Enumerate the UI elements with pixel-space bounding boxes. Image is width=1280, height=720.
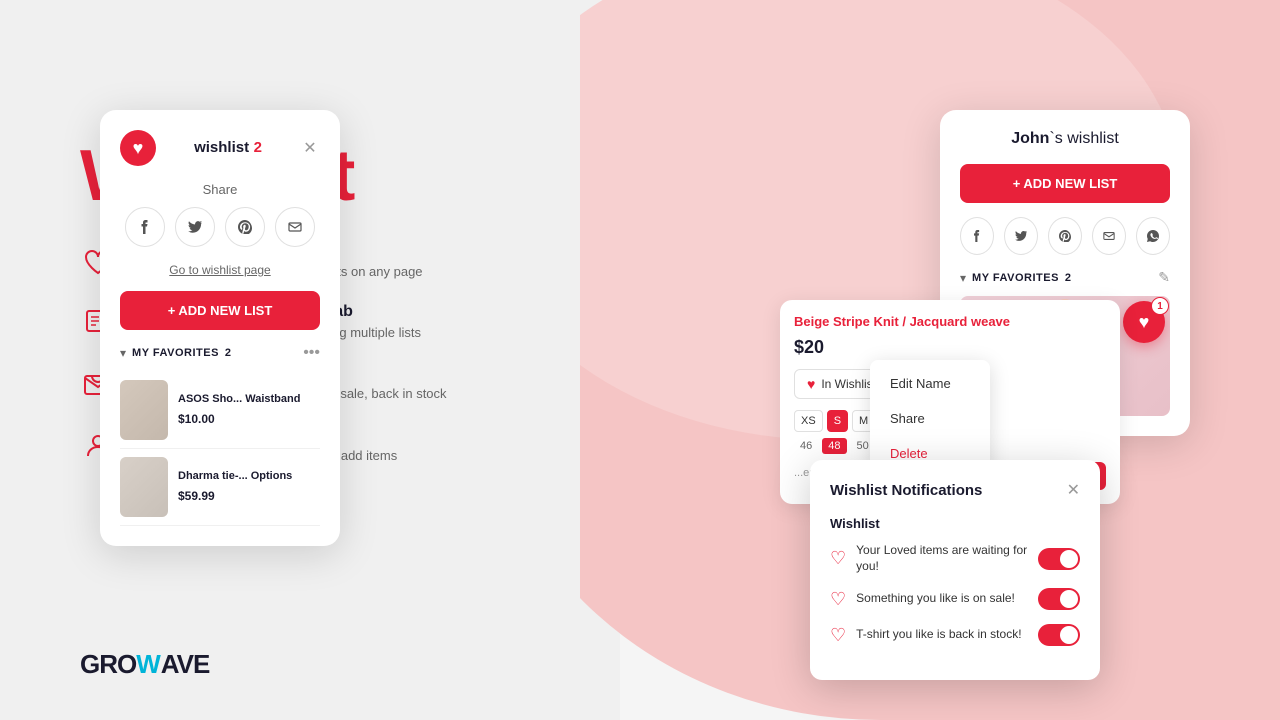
toggle-back-in-stock[interactable]	[1038, 624, 1080, 646]
logo-part-gro: GRO	[80, 649, 136, 680]
johns-suffix: `s wishlist	[1049, 130, 1118, 147]
three-dots-menu[interactable]: •••	[303, 344, 320, 362]
share-twitter-button[interactable]	[175, 207, 215, 247]
johns-facebook-button[interactable]	[960, 217, 994, 255]
johns-name: John	[1011, 130, 1049, 147]
wishlist-page-link[interactable]: Go to wishlist page	[120, 263, 320, 277]
product-price-1: $10.00	[178, 412, 215, 426]
wishlist-popup-title: wishlist 2	[194, 139, 262, 157]
johns-email-button[interactable]	[1092, 217, 1126, 255]
notif-heart-icon-1: ♡	[830, 548, 846, 569]
johns-favorites-title: MY FAVORITES	[972, 272, 1059, 284]
popup-close-button[interactable]: ✕	[300, 138, 320, 158]
share-email-button[interactable]	[275, 207, 315, 247]
product-info-1: ASOS Sho... Waistband $10.00	[178, 392, 300, 428]
notifications-title: Wishlist Notifications	[830, 482, 982, 499]
product-detail-price: $20	[794, 337, 1106, 358]
share-pinterest-button[interactable]	[225, 207, 265, 247]
share-label: Share	[120, 182, 320, 197]
notif-heart-icon-3: ♡	[830, 625, 846, 646]
product-detail-name: Beige Stripe Knit / Jacquard weave	[794, 314, 1106, 331]
favorites-count: 2	[225, 347, 231, 359]
product-name-2: Dharma tie-... Options	[178, 469, 292, 483]
johns-twitter-button[interactable]	[1004, 217, 1038, 255]
wishlist-share-popup: ♥ wishlist 2 ✕ Share Go to wishlist page…	[100, 110, 340, 546]
in-wishlist-heart-icon: ♥	[807, 376, 815, 392]
size-xs-button[interactable]: XS	[794, 410, 823, 432]
product-image-2	[120, 457, 168, 517]
size-num-46: 46	[794, 438, 818, 454]
notif-left-1: ♡ Your Loved items are waiting for you!	[830, 543, 1038, 574]
product-item-2: Dharma tie-... Options $59.99	[120, 449, 320, 526]
popup-title-count: 2	[254, 139, 262, 156]
johns-pinterest-button[interactable]	[1048, 217, 1082, 255]
favorites-section: ▾ MY FAVORITES 2 ••• ASOS Sho... Waistba…	[120, 344, 320, 526]
johns-whatsapp-button[interactable]	[1136, 217, 1170, 255]
growave-logo: GRO W AVE	[80, 649, 520, 680]
favorites-title: MY FAVORITES	[132, 347, 219, 359]
toggle-loved-items[interactable]	[1038, 548, 1080, 570]
johns-title: John`s wishlist	[960, 130, 1170, 148]
johns-favorites-header: ▾ MY FAVORITES 2 ✎	[960, 269, 1170, 286]
product-name-1: ASOS Sho... Waistband	[178, 392, 300, 406]
notification-on-sale: ♡ Something you like is on sale!	[830, 588, 1080, 610]
toggle-on-sale[interactable]	[1038, 588, 1080, 610]
favorites-header: ▾ MY FAVORITES 2 •••	[120, 344, 320, 362]
johns-chevron[interactable]: ▾	[960, 271, 966, 285]
johns-social-icons	[960, 217, 1170, 255]
notifications-close-button[interactable]: ✕	[1067, 480, 1080, 500]
notifications-popup: Wishlist Notifications ✕ Wishlist ♡ Your…	[810, 460, 1100, 680]
popup-header: ♥ wishlist 2 ✕	[120, 130, 320, 166]
product-info-2: Dharma tie-... Options $59.99	[178, 469, 292, 505]
add-new-list-button[interactable]: + ADD NEW LIST	[120, 291, 320, 330]
logo-part-ave: AVE	[161, 649, 210, 680]
notification-back-in-stock: ♡ T-shirt you like is back in stock!	[830, 624, 1080, 646]
product-price-2: $59.99	[178, 489, 215, 503]
size-s-button[interactable]: S	[827, 410, 848, 432]
in-wishlist-label: In Wishlist	[821, 377, 876, 391]
johns-add-new-list-button[interactable]: + ADD NEW LIST	[960, 164, 1170, 203]
notif-text-1: Your Loved items are waiting for you!	[856, 543, 1038, 574]
size-num-48: 48	[822, 438, 846, 454]
product-item-1: ASOS Sho... Waistband $10.00	[120, 372, 320, 449]
popup-title-text: wishlist	[194, 139, 249, 156]
notif-left-3: ♡ T-shirt you like is back in stock!	[830, 625, 1022, 646]
notif-left-2: ♡ Something you like is on sale!	[830, 589, 1015, 610]
heart-count-badge: 1	[1151, 297, 1169, 315]
notification-loved-items: ♡ Your Loved items are waiting for you!	[830, 543, 1080, 574]
logo-part-w: W	[136, 649, 161, 680]
notif-heart-icon-2: ♡	[830, 589, 846, 610]
chevron-icon[interactable]: ▾	[120, 346, 126, 360]
notifications-header: Wishlist Notifications ✕	[830, 480, 1080, 500]
product-image-1	[120, 380, 168, 440]
notif-text-3: T-shirt you like is back in stock!	[856, 627, 1021, 643]
notif-text-2: Something you like is on sale!	[856, 591, 1015, 607]
heart-floating-button[interactable]: ♥ 1	[1123, 301, 1165, 343]
share-facebook-button[interactable]	[125, 207, 165, 247]
notifications-section-title: Wishlist	[830, 516, 1080, 531]
wishlist-logo-icon: ♥	[120, 130, 156, 166]
context-edit-name[interactable]: Edit Name	[870, 366, 990, 401]
edit-pencil-icon[interactable]: ✎	[1158, 269, 1170, 286]
johns-favorites-count: 2	[1065, 272, 1071, 284]
context-share[interactable]: Share	[870, 401, 990, 436]
share-icons-row	[120, 207, 320, 247]
